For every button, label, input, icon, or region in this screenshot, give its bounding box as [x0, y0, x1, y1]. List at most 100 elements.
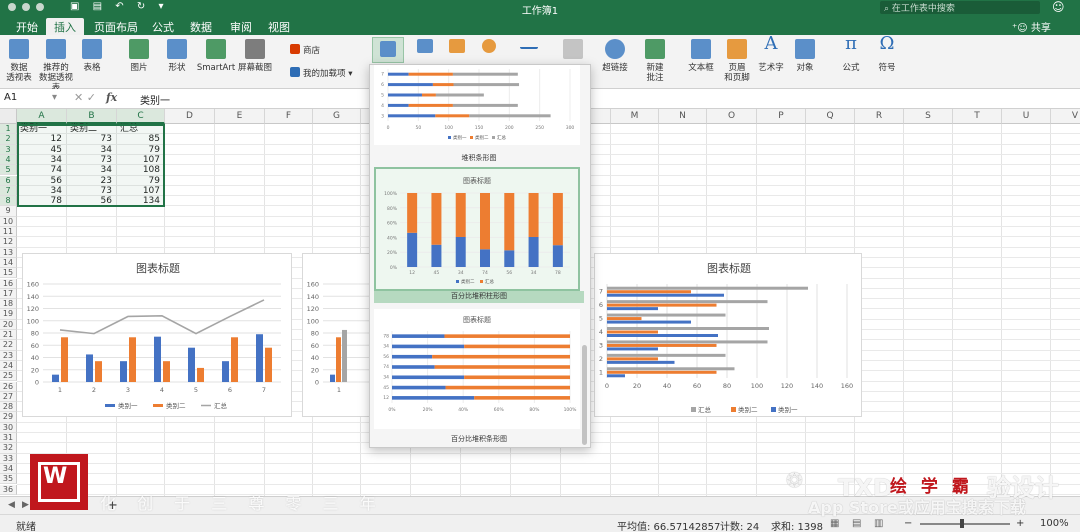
column-header-m[interactable]: M [611, 109, 659, 124]
column-header-g[interactable]: G [313, 109, 361, 124]
table-button[interactable]: 表格 [80, 39, 104, 73]
column-header-e[interactable]: E [215, 109, 265, 124]
select-all-button[interactable] [0, 109, 17, 124]
store-button[interactable]: 商店 [290, 44, 320, 56]
sheet-next-icon[interactable]: ▶ [22, 500, 29, 510]
tab-home[interactable]: 开始 [8, 18, 46, 35]
column-header-v[interactable]: V [1051, 109, 1080, 124]
row-header-24[interactable]: 24 [0, 360, 17, 372]
tab-view[interactable]: 视图 [260, 18, 298, 35]
column-header-c[interactable]: C [117, 109, 165, 124]
selection-range[interactable] [17, 124, 165, 208]
my-addins-button[interactable]: 我的加载项 ▾ [290, 67, 352, 79]
row-header-3[interactable]: 3 [0, 144, 17, 155]
tab-insert[interactable]: 插入 [46, 18, 84, 35]
row-header-7[interactable]: 7 [0, 185, 17, 197]
row-header-16[interactable]: 16 [0, 278, 17, 289]
slicer-button[interactable] [560, 39, 586, 63]
row-header-34[interactable]: 34 [0, 463, 17, 475]
gallery-item-stacked-bar[interactable]: 0 50 100 150 200 250 300 7 6 5 4 3 类别一 类别二 汇总 [374, 65, 580, 145]
tab-data[interactable]: 数据 [182, 18, 220, 35]
page-layout-view-icon[interactable]: ▤ [852, 518, 861, 529]
object-button[interactable]: 对象 [792, 39, 818, 73]
tab-formulas[interactable]: 公式 [144, 18, 182, 35]
hyperlink-button[interactable]: 超链接 [600, 39, 630, 73]
sheet-prev-icon[interactable]: ◀ [8, 500, 15, 510]
row-header-30[interactable]: 30 [0, 422, 17, 433]
enter-icon[interactable]: ✓ [87, 91, 96, 104]
column-header-s[interactable]: S [904, 109, 953, 124]
normal-view-icon[interactable]: ▦ [830, 518, 839, 529]
wordart-button[interactable]: A 艺术字 [756, 35, 786, 74]
formula-input[interactable]: 类别一 [140, 92, 170, 107]
share-button[interactable]: ⁺☺ 共享 [1012, 19, 1051, 34]
column-header-d[interactable]: D [165, 109, 215, 124]
name-box[interactable]: A1 ▾ [4, 92, 62, 106]
row-header-31[interactable]: 31 [0, 433, 17, 444]
row-header-18[interactable]: 18 [0, 299, 17, 310]
column-header-o[interactable]: O [707, 109, 757, 124]
zoom-slider-handle[interactable] [960, 519, 964, 528]
gallery-item-percent-stacked-bar[interactable]: 图表标题 0% 20% 40% 60% 80% 100% 12 45 34 74 56 34 78 [374, 309, 580, 429]
column-header-t[interactable]: T [953, 109, 1002, 124]
sheet-search-input[interactable]: ⌕ 在工作表中搜索 [880, 1, 1040, 14]
row-header-23[interactable]: 23 [0, 350, 17, 361]
tab-review[interactable]: 审阅 [222, 18, 260, 35]
row-header-25[interactable]: 25 [0, 371, 17, 382]
row-header-22[interactable]: 22 [0, 340, 17, 351]
row-header-20[interactable]: 20 [0, 319, 17, 330]
row-header-19[interactable]: 19 [0, 309, 17, 320]
row-header-15[interactable]: 15 [0, 268, 17, 279]
gallery-scrollbar[interactable] [582, 345, 587, 445]
column-header-u[interactable]: U [1002, 109, 1051, 124]
zoom-slider[interactable] [920, 523, 1010, 525]
header-footer-button[interactable]: 页眉 和页脚 [722, 39, 752, 83]
row-header-27[interactable]: 27 [0, 391, 17, 403]
feedback-smiley-icon[interactable]: ☺ [1052, 0, 1065, 14]
column-header-p[interactable]: P [757, 109, 806, 124]
column-header-a[interactable]: A [17, 109, 67, 124]
row-header-10[interactable]: 10 [0, 216, 17, 227]
symbol-button[interactable]: Ω 符号 [872, 35, 902, 74]
row-header-12[interactable]: 12 [0, 237, 17, 248]
screenshot-button[interactable]: 屏幕截图 [238, 39, 272, 73]
textbox-button[interactable]: 文本框 [686, 39, 716, 73]
column-header-n[interactable]: N [659, 109, 707, 124]
gallery-item-percent-stacked-column[interactable]: 图表标题 0% 20% 40% 60% 80% 100% 12 45 34 74 56 34 78 类别二 汇… [374, 167, 580, 291]
zoom-out-icon[interactable]: − [904, 518, 912, 529]
shapes-button[interactable]: 形状 [162, 39, 192, 73]
row-header-5[interactable]: 5 [0, 165, 17, 176]
pie-chart-button[interactable] [474, 39, 504, 57]
zoom-in-icon[interactable]: + [1016, 518, 1024, 529]
row-header-14[interactable]: 14 [0, 257, 17, 269]
smartart-button[interactable]: SmartArt [196, 39, 236, 73]
row-header-26[interactable]: 26 [0, 381, 17, 392]
page-break-view-icon[interactable]: ▥ [874, 518, 883, 529]
row-header-29[interactable]: 29 [0, 412, 17, 423]
tab-page-layout[interactable]: 页面布局 [86, 18, 146, 35]
equation-button[interactable]: π 公式 [836, 35, 866, 74]
chart-type-gallery[interactable]: 0 50 100 150 200 250 300 7 6 5 4 3 类别一 类别二 汇总 堆积条形图 图表… [369, 64, 591, 448]
column-header-r[interactable]: R [855, 109, 904, 124]
row-header-33[interactable]: 33 [0, 453, 17, 464]
embedded-chart-column-line[interactable]: 图表标题 0 20 40 60 80 100 120 140 160 1 2 3 4 5 6 7 类别一 类别二 汇总 [22, 253, 292, 417]
row-header-17[interactable]: 17 [0, 288, 17, 300]
column-chart-button[interactable] [410, 39, 440, 57]
column-header-q[interactable]: Q [806, 109, 855, 124]
recommended-charts-button[interactable] [372, 37, 404, 63]
recommended-pivot-button[interactable]: 推荐的 数据透视表 [36, 39, 76, 93]
column-header-b[interactable]: B [67, 109, 117, 124]
pivot-table-button[interactable]: 数据 透视表 [4, 39, 34, 83]
row-header-35[interactable]: 35 [0, 474, 17, 485]
bar-chart-button[interactable] [442, 39, 472, 57]
zoom-level[interactable]: 100% [1040, 518, 1069, 529]
name-box-dropdown-icon[interactable]: ▾ [52, 92, 57, 103]
new-comment-button[interactable]: 新建 批注 [642, 39, 668, 83]
row-header-2[interactable]: 2 [0, 134, 17, 145]
row-header-1[interactable]: 1 [0, 124, 17, 135]
row-header-36[interactable]: 36 [0, 484, 17, 495]
row-header-13[interactable]: 13 [0, 247, 17, 258]
row-header-8[interactable]: 8 [0, 196, 17, 207]
column-header-f[interactable]: F [265, 109, 313, 124]
picture-button[interactable]: 图片 [124, 39, 154, 73]
